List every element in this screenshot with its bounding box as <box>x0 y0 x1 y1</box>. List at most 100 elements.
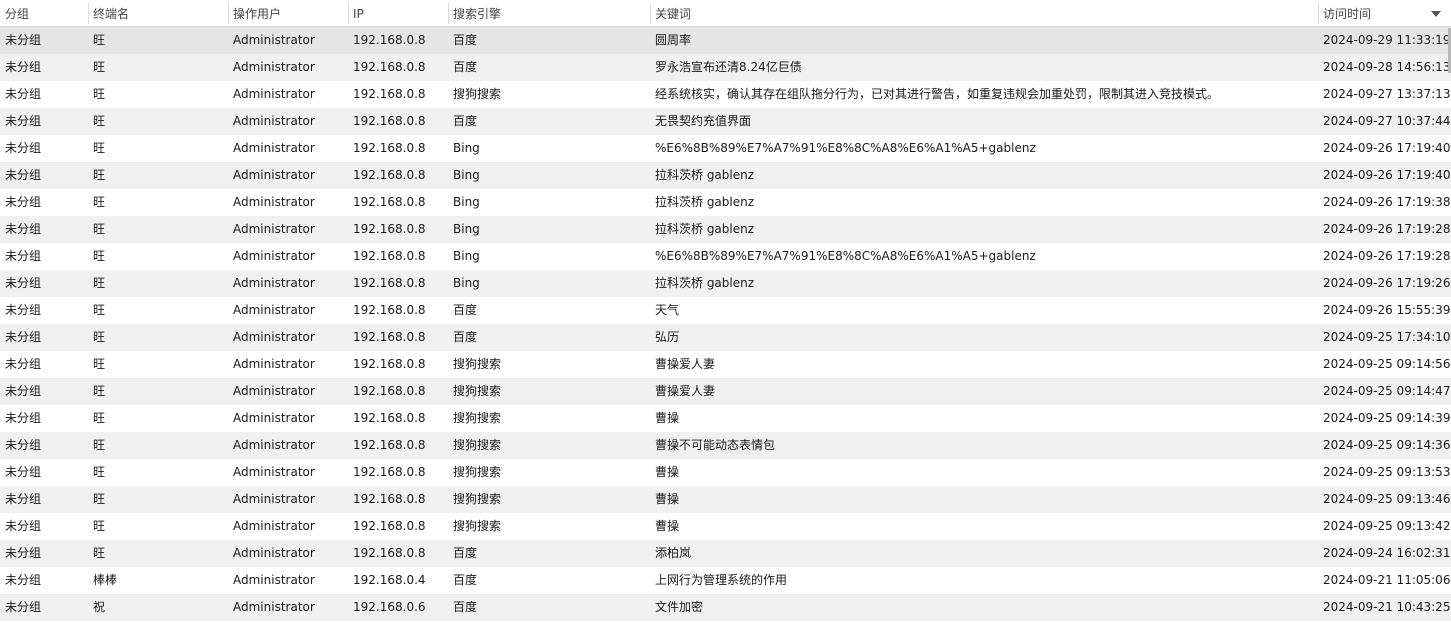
cell-operating-user: Administrator <box>233 519 315 533</box>
cell-terminal-name: 旺 <box>93 411 106 425</box>
cell-search-engine: Bing <box>453 276 480 290</box>
cell-operating-user: Administrator <box>233 600 315 614</box>
cell-keyword: 曹操 <box>655 492 680 506</box>
cell-operating-user: Administrator <box>233 141 315 155</box>
cell-search-engine: 搜狗搜索 <box>453 465 502 479</box>
cell-terminal-name: 旺 <box>93 87 106 101</box>
cell-keyword: 曹操 <box>655 519 680 533</box>
column-header-label: 访问时间 <box>1323 7 1372 21</box>
cell-terminal-name: 旺 <box>93 114 106 128</box>
cell-operating-user: Administrator <box>233 222 315 236</box>
cell-keyword: 添柏岚 <box>655 546 692 560</box>
cell-operating-user: Administrator <box>233 303 315 317</box>
column-header-operating-user[interactable]: 操作用户 <box>228 0 348 26</box>
table-row[interactable]: 未分组 旺 Administrator 192.168.0.8 百度 罗永浩宣布还清8.2… <box>0 54 1451 81</box>
cell-group: 未分组 <box>5 303 42 317</box>
cell-visit-time: 2024-09-25 09:13:46 <box>1323 492 1451 506</box>
cell-search-engine: Bing <box>453 141 480 155</box>
cell-operating-user: Administrator <box>233 87 315 101</box>
table-row[interactable]: 未分组 旺 Administrator 192.168.0.8 搜狗搜索 曹操 2024-0… <box>0 405 1451 432</box>
cell-visit-time: 2024-09-25 09:13:53 <box>1323 465 1451 479</box>
cell-keyword: 经系统核实，确认其存在组队拖分行为，已对其进行警告，如重复违规会加重处罚，限制其… <box>655 87 1220 101</box>
cell-keyword: 曹操 <box>655 465 680 479</box>
cell-search-engine: 搜狗搜索 <box>453 87 502 101</box>
cell-operating-user: Administrator <box>233 465 315 479</box>
cell-ip: 192.168.0.6 <box>353 600 426 614</box>
cell-visit-time: 2024-09-25 09:13:42 <box>1323 519 1451 533</box>
table-row[interactable]: 未分组 旺 Administrator 192.168.0.8 Bing 拉科茨桥 gab… <box>0 270 1451 297</box>
cell-ip: 192.168.0.8 <box>353 546 426 560</box>
table-row[interactable]: 未分组 旺 Administrator 192.168.0.8 搜狗搜索 经系统核实，确认… <box>0 81 1451 108</box>
cell-group: 未分组 <box>5 357 42 371</box>
cell-ip: 192.168.0.8 <box>353 303 426 317</box>
cell-operating-user: Administrator <box>233 114 315 128</box>
cell-keyword: 拉科茨桥 gablenz <box>655 195 755 209</box>
table-row[interactable]: 未分组 旺 Administrator 192.168.0.8 Bing %E6%8B%8… <box>0 135 1451 162</box>
cell-ip: 192.168.0.8 <box>353 141 426 155</box>
cell-visit-time: 2024-09-25 09:14:47 <box>1323 384 1451 398</box>
column-header-ip[interactable]: IP <box>348 0 448 26</box>
cell-ip: 192.168.0.8 <box>353 249 426 263</box>
table-row[interactable]: 未分组 旺 Administrator 192.168.0.8 百度 添柏岚 2024-09… <box>0 540 1451 567</box>
table-row[interactable]: 未分组 旺 Administrator 192.168.0.8 Bing 拉科茨桥 gab… <box>0 189 1451 216</box>
cell-terminal-name: 旺 <box>93 519 106 533</box>
table-row[interactable]: 未分组 旺 Administrator 192.168.0.8 搜狗搜索 曹操不可能动态表… <box>0 432 1451 459</box>
cell-search-engine: 百度 <box>453 33 478 47</box>
cell-keyword: 弘历 <box>655 330 680 344</box>
table-row[interactable]: 未分组 旺 Administrator 192.168.0.8 搜狗搜索 曹操爱人妻 202… <box>0 378 1451 405</box>
cell-group: 未分组 <box>5 411 42 425</box>
cell-operating-user: Administrator <box>233 249 315 263</box>
cell-terminal-name: 棒棒 <box>93 573 118 587</box>
cell-visit-time: 2024-09-21 10:43:25 <box>1323 600 1451 614</box>
cell-terminal-name: 旺 <box>93 60 106 74</box>
cell-visit-time: 2024-09-24 16:02:31 <box>1323 546 1451 560</box>
table-row[interactable]: 未分组 旺 Administrator 192.168.0.8 百度 弘历 2024-09-… <box>0 324 1451 351</box>
cell-keyword: 曹操不可能动态表情包 <box>655 438 776 452</box>
cell-ip: 192.168.0.8 <box>353 87 426 101</box>
table-row[interactable]: 未分组 旺 Administrator 192.168.0.8 Bing 拉科茨桥 gab… <box>0 216 1451 243</box>
cell-visit-time: 2024-09-28 14:56:13 <box>1323 60 1451 74</box>
table-row[interactable]: 未分组 旺 Administrator 192.168.0.8 搜狗搜索 曹操 2024-0… <box>0 513 1451 540</box>
cell-operating-user: Administrator <box>233 492 315 506</box>
cell-terminal-name: 旺 <box>93 168 106 182</box>
cell-operating-user: Administrator <box>233 384 315 398</box>
column-header-terminal-name[interactable]: 终端名 <box>88 0 228 26</box>
table-row[interactable]: 未分组 旺 Administrator 192.168.0.8 百度 圆周率 2024-09… <box>0 27 1451 54</box>
cell-visit-time: 2024-09-25 09:14:39 <box>1323 411 1451 425</box>
table-row[interactable]: 未分组 旺 Administrator 192.168.0.8 Bing %E6%8B%8… <box>0 243 1451 270</box>
cell-operating-user: Administrator <box>233 573 315 587</box>
table-row[interactable]: 未分组 旺 Administrator 192.168.0.8 百度 无畏契约充值界面 20… <box>0 108 1451 135</box>
column-header-keyword[interactable]: 关键词 <box>650 0 1318 26</box>
cell-search-engine: 搜狗搜索 <box>453 411 502 425</box>
cell-visit-time: 2024-09-21 11:05:06 <box>1323 573 1451 587</box>
column-header-group[interactable]: 分组 <box>0 0 88 26</box>
cell-keyword: 曹操爱人妻 <box>655 384 716 398</box>
table-row[interactable]: 未分组 旺 Administrator 192.168.0.8 搜狗搜索 曹操 2024-0… <box>0 486 1451 513</box>
cell-terminal-name: 旺 <box>93 384 106 398</box>
column-header-search-engine[interactable]: 搜索引擎 <box>448 0 650 26</box>
table-row[interactable]: 未分组 旺 Administrator 192.168.0.8 Bing 拉科茨桥 gab… <box>0 162 1451 189</box>
cell-operating-user: Administrator <box>233 33 315 47</box>
cell-terminal-name: 旺 <box>93 195 106 209</box>
cell-ip: 192.168.0.8 <box>353 384 426 398</box>
cell-group: 未分组 <box>5 141 42 155</box>
cell-group: 未分组 <box>5 60 42 74</box>
cell-terminal-name: 旺 <box>93 465 106 479</box>
cell-keyword: 文件加密 <box>655 600 704 614</box>
cell-terminal-name: 旺 <box>93 438 106 452</box>
table-row[interactable]: 未分组 祝 Administrator 192.168.0.6 百度 文件加密 2024-0… <box>0 594 1451 621</box>
cell-terminal-name: 旺 <box>93 33 106 47</box>
column-header-visit-time[interactable]: 访问时间 <box>1318 0 1451 26</box>
table-row[interactable]: 未分组 旺 Administrator 192.168.0.8 百度 天气 2024-09-… <box>0 297 1451 324</box>
sort-descending-icon[interactable] <box>1431 11 1441 17</box>
cell-group: 未分组 <box>5 492 42 506</box>
table-row[interactable]: 未分组 旺 Administrator 192.168.0.8 搜狗搜索 曹操爱人妻 202… <box>0 351 1451 378</box>
cell-keyword: %E6%8B%89%E7%A7%91%E8%8C%A8%E6%A1%A5+gab… <box>655 249 1036 263</box>
cell-ip: 192.168.0.4 <box>353 573 426 587</box>
cell-operating-user: Administrator <box>233 438 315 452</box>
cell-visit-time: 2024-09-27 13:37:13 <box>1323 87 1451 101</box>
table-row[interactable]: 未分组 旺 Administrator 192.168.0.8 搜狗搜索 曹操 2024-0… <box>0 459 1451 486</box>
table-row[interactable]: 未分组 棒棒 Administrator 192.168.0.4 百度 上网行为管理系统的… <box>0 567 1451 594</box>
cell-search-engine: Bing <box>453 195 480 209</box>
cell-group: 未分组 <box>5 87 42 101</box>
